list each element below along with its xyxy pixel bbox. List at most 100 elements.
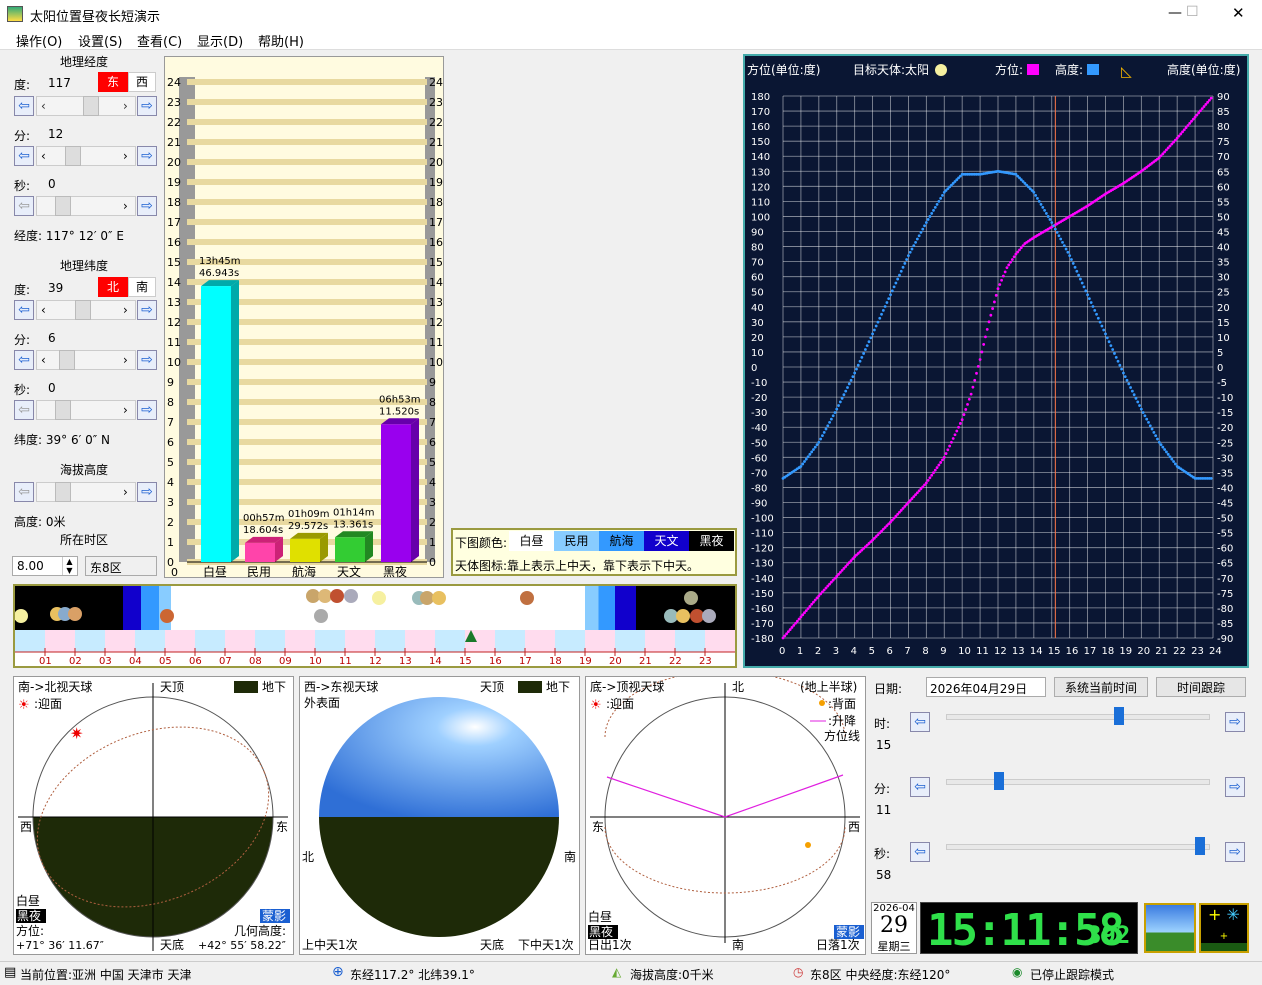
y2-tick: 45	[1217, 228, 1230, 239]
planet-icon	[372, 591, 386, 605]
slider-thumb[interactable]	[83, 96, 99, 116]
close-button[interactable]: ✕	[1232, 4, 1245, 22]
menu-help[interactable]: 帮助(H)	[258, 31, 304, 50]
slider-thumb[interactable]	[55, 400, 71, 420]
alt-left-arrow-icon[interactable]: ⇦	[14, 482, 34, 502]
second-slider[interactable]	[946, 844, 1210, 850]
lon-min-left-arrow-icon[interactable]: ⇦	[14, 146, 34, 166]
timeline-hour-cell	[75, 630, 105, 652]
minute-left-arrow-icon[interactable]: ⇦	[910, 777, 930, 797]
north-button[interactable]: 北	[98, 277, 128, 297]
second-right-arrow-icon[interactable]: ⇨	[1225, 842, 1245, 862]
altitude-point	[926, 218, 930, 221]
east-button[interactable]: 东	[98, 72, 128, 92]
hour-slider-thumb[interactable]	[1113, 707, 1124, 725]
globe1-west: 西	[20, 820, 32, 834]
lat-deg-value: 39	[48, 281, 64, 295]
menu-view[interactable]: 查看(C)	[137, 31, 182, 50]
y-tick: 150	[751, 137, 770, 148]
timeline-hour-label: 11	[339, 656, 352, 666]
second-left-arrow-icon[interactable]: ⇦	[910, 842, 930, 862]
altitude-point	[930, 212, 934, 215]
slider-thumb[interactable]	[75, 300, 91, 320]
night-sky-icon[interactable]: + ✳ +	[1199, 903, 1249, 953]
hour-slider[interactable]	[946, 714, 1210, 720]
minute-slider[interactable]	[946, 779, 1210, 785]
altitude-point	[1161, 445, 1165, 449]
alt-right-arrow-icon[interactable]: ⇨	[137, 482, 157, 502]
planet-icon	[684, 591, 698, 605]
slider-thumb[interactable]	[65, 146, 81, 166]
altitude-point	[824, 427, 828, 431]
lat-min-right-arrow-icon[interactable]: ⇨	[137, 350, 157, 370]
azimuth-point	[928, 476, 932, 480]
bar-label-sec: 13.361s	[333, 519, 373, 530]
spin-icon[interactable]: ▲ ▼	[62, 557, 76, 575]
west-button[interactable]: 西	[128, 72, 156, 92]
minimize-button[interactable]: —	[1168, 5, 1182, 21]
slider-thumb[interactable]	[55, 196, 71, 216]
lon-min-right-arrow-icon[interactable]: ⇨	[137, 146, 157, 166]
lat-deg-right-arrow-icon[interactable]: ⇨	[137, 300, 157, 320]
altitude-point	[896, 277, 900, 281]
lon-deg-label: 度:	[14, 78, 31, 92]
second-slider-thumb[interactable]	[1194, 837, 1205, 855]
lat-min-slider[interactable]: ‹ ›	[36, 350, 136, 370]
lat-min-left-arrow-icon[interactable]: ⇦	[14, 350, 34, 370]
lon-deg-slider[interactable]: ‹ ›	[36, 96, 136, 116]
lat-sec-left-arrow-icon[interactable]: ⇦	[14, 400, 34, 420]
day-sky-icon[interactable]	[1144, 903, 1196, 953]
globe2-down: 下中天1次	[518, 937, 574, 952]
slider-thumb[interactable]	[55, 482, 71, 502]
y2-tick: -45	[1217, 499, 1233, 510]
lat-deg-left-arrow-icon[interactable]: ⇦	[14, 300, 34, 320]
lon-sec-left-arrow-icon[interactable]: ⇦	[14, 196, 34, 216]
globe2-south: 南	[564, 849, 576, 864]
hour-right-arrow-icon[interactable]: ⇨	[1225, 712, 1245, 732]
date-label: 日期:	[874, 682, 903, 696]
lat-sec-right-arrow-icon[interactable]: ⇨	[137, 400, 157, 420]
tick-right: 10	[429, 356, 443, 369]
date-picker[interactable]: 2026年04月29日	[926, 677, 1046, 697]
lon-deg-left-arrow-icon[interactable]: ⇦	[14, 96, 34, 116]
south-button[interactable]: 南	[128, 277, 156, 297]
time-track-button[interactable]: 时间跟踪	[1156, 677, 1246, 697]
minute-slider-thumb[interactable]	[994, 772, 1005, 790]
clock-icon: ◷	[793, 965, 804, 979]
altitude-point	[1120, 367, 1124, 371]
lat-sec-slider[interactable]: ›	[36, 400, 136, 420]
lon-min-slider[interactable]: ‹ ›	[36, 146, 136, 166]
tick-left: 8	[167, 396, 174, 409]
altitude-slider[interactable]: ›	[36, 482, 136, 502]
altitude-point	[901, 265, 905, 269]
timeline-hour-cell	[585, 630, 615, 652]
lon-sec-right-arrow-icon[interactable]: ⇨	[137, 196, 157, 216]
lat-deg-slider[interactable]: ‹ ›	[36, 300, 136, 320]
menu-display[interactable]: 显示(D)	[197, 31, 243, 50]
maximize-button[interactable]: ☐	[1186, 4, 1199, 20]
hour-left-arrow-icon[interactable]: ⇦	[910, 712, 930, 732]
azimuth-point	[951, 437, 955, 440]
ground-swatch	[234, 681, 258, 693]
altitude-point	[1057, 234, 1061, 238]
y-tick: -50	[751, 438, 767, 449]
menu-settings[interactable]: 设置(S)	[78, 31, 122, 50]
altitude-point	[862, 352, 866, 355]
globe1-east: 东	[276, 820, 288, 834]
y2-tick: 75	[1217, 137, 1230, 148]
menu-operate[interactable]: 操作(O)	[16, 31, 62, 50]
bar-label-time: 00h57m	[243, 513, 285, 524]
x-tick: 22	[1173, 646, 1186, 657]
azimuth-point	[942, 455, 946, 459]
slider-thumb[interactable]	[59, 350, 75, 370]
y2-tick: 50	[1217, 212, 1230, 223]
altitude-point	[1114, 355, 1118, 359]
altitude-point	[1077, 273, 1081, 277]
y-tick: -90	[751, 499, 767, 510]
x-tick: 18	[1102, 646, 1115, 657]
altitude-point	[903, 262, 907, 265]
lon-deg-right-arrow-icon[interactable]: ⇨	[137, 96, 157, 116]
system-time-button[interactable]: 系统当前时间	[1054, 677, 1148, 697]
minute-right-arrow-icon[interactable]: ⇨	[1225, 777, 1245, 797]
lon-sec-slider[interactable]: ›	[36, 196, 136, 216]
